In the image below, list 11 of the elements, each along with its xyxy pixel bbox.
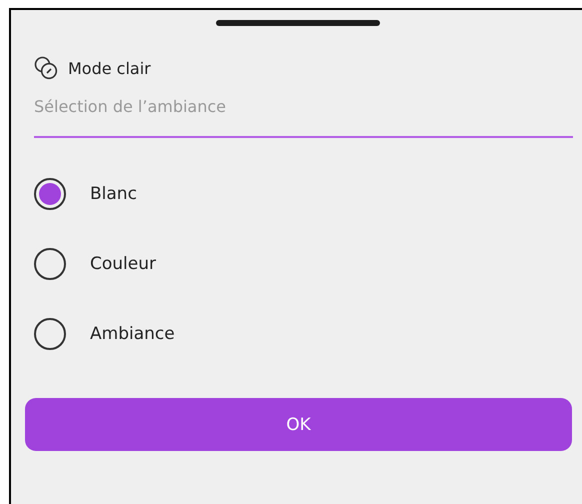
sheet-subtitle: Sélection de l’ambiance xyxy=(34,97,228,116)
radio-button[interactable] xyxy=(34,178,66,210)
ok-button[interactable]: OK xyxy=(25,398,572,451)
sheet-title: Mode clair xyxy=(68,58,151,78)
option-label: Couleur xyxy=(90,254,156,274)
drag-handle[interactable] xyxy=(216,20,380,26)
circles-icon xyxy=(34,56,58,80)
option-label: Ambiance xyxy=(90,324,175,344)
option-label: Blanc xyxy=(90,184,137,204)
radio-button[interactable] xyxy=(34,248,66,280)
radio-button[interactable] xyxy=(34,318,66,350)
